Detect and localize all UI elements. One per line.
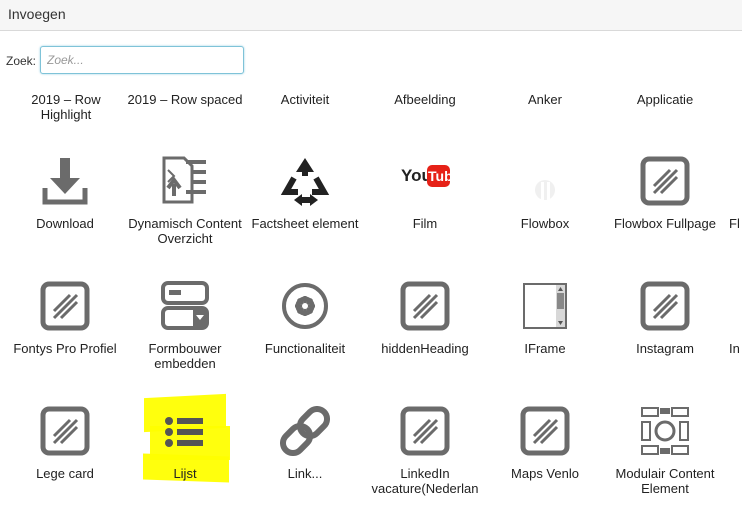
dialog-titlebar: Invoegen xyxy=(0,0,742,31)
item-label: hiddenHeading xyxy=(381,341,469,356)
item-label: Lege card xyxy=(36,466,94,481)
item-download[interactable]: Download xyxy=(7,156,123,276)
item-label: Flowbox Fullpage xyxy=(614,216,716,231)
search-bar: Zoek: xyxy=(0,44,260,78)
item-label: Lijst xyxy=(173,466,197,481)
item-formbouwer-embedden[interactable]: Formbouwer embedden xyxy=(127,281,243,401)
item-factsheet-element[interactable]: Factsheet element xyxy=(247,156,363,276)
form-icon xyxy=(160,281,210,331)
document-upload-icon xyxy=(160,156,210,206)
item-label: Instagram xyxy=(636,341,694,356)
item-flowbox-fullpage[interactable]: Flowbox Fullpage xyxy=(607,156,723,276)
search-label: Zoek: xyxy=(6,54,37,68)
download-icon xyxy=(40,156,90,206)
item-label: Flowbox xyxy=(520,216,570,231)
item-label: Download xyxy=(36,216,94,231)
placeholder-icon xyxy=(40,406,90,456)
youtube-icon: You Tub xyxy=(400,156,450,206)
placeholder-icon xyxy=(40,281,90,331)
item-modulair-content-element[interactable]: Modulair Content Element xyxy=(607,406,723,526)
item-label: Dynamisch Content Overzicht xyxy=(128,216,242,246)
item-dynamisch-content-overzicht[interactable]: Dynamisch Content Overzicht xyxy=(127,156,243,276)
dialog-title: Invoegen xyxy=(8,6,66,22)
svg-text:Tub: Tub xyxy=(428,168,450,184)
item-functionaliteit[interactable]: Functionaliteit xyxy=(247,281,363,401)
item-label: Modulair Content Element xyxy=(615,466,715,496)
link-icon xyxy=(280,406,330,456)
item-hiddenheading[interactable]: hiddenHeading xyxy=(367,281,483,401)
search-input[interactable] xyxy=(40,46,244,74)
item-label: LinkedIn vacature(Nederlan xyxy=(371,466,479,496)
item-label: 2019 – Row Highlight xyxy=(31,92,101,122)
item-label: Film xyxy=(412,216,438,231)
item-label: Factsheet element xyxy=(251,216,359,231)
item-flowbox[interactable]: Flowbox xyxy=(487,156,603,276)
gear-icon xyxy=(280,281,330,331)
item-label: Fontys Pro Profiel xyxy=(13,341,117,356)
placeholder-icon xyxy=(520,406,570,456)
item-film[interactable]: You Tub Film xyxy=(367,156,483,276)
item-link[interactable]: Link... xyxy=(247,406,363,526)
list-icon xyxy=(160,406,210,456)
item-label: Afbeelding xyxy=(394,92,456,107)
modular-grid-icon xyxy=(640,406,690,456)
item-iframe[interactable]: IFrame xyxy=(487,281,603,401)
item-maps-venlo[interactable]: Maps Venlo xyxy=(487,406,603,526)
item-label: Anker xyxy=(528,92,562,107)
item-label: Functionaliteit xyxy=(264,341,346,356)
recycle-icon xyxy=(280,156,330,206)
item-lege-card[interactable]: Lege card xyxy=(7,406,123,526)
item-label: 2019 – Row spaced xyxy=(127,92,243,107)
item-fontys-pro-profiel[interactable]: Fontys Pro Profiel xyxy=(7,281,123,401)
item-label: Fl xyxy=(729,216,740,231)
item-label: Maps Venlo xyxy=(511,466,579,481)
item-label: Formbouwer embedden xyxy=(148,341,222,371)
item-instagram[interactable]: Instagram xyxy=(607,281,723,401)
placeholder-icon xyxy=(400,406,450,456)
item-label: IFrame xyxy=(524,341,566,356)
item-label: In xyxy=(729,341,740,356)
item-lijst[interactable]: Lijst xyxy=(127,406,243,526)
item-partial[interactable]: Fl xyxy=(727,156,742,276)
item-linkedin-vacature[interactable]: LinkedIn vacature(Nederlan xyxy=(367,406,483,526)
iframe-icon xyxy=(520,281,570,331)
item-label: Link... xyxy=(287,466,323,481)
placeholder-icon xyxy=(640,281,690,331)
placeholder-icon xyxy=(640,156,690,206)
item-label: Applicatie xyxy=(636,92,694,107)
item-label: Activiteit xyxy=(280,92,330,107)
flowbox-icon xyxy=(520,156,570,206)
placeholder-icon xyxy=(400,281,450,331)
item-partial[interactable]: In xyxy=(727,281,742,401)
